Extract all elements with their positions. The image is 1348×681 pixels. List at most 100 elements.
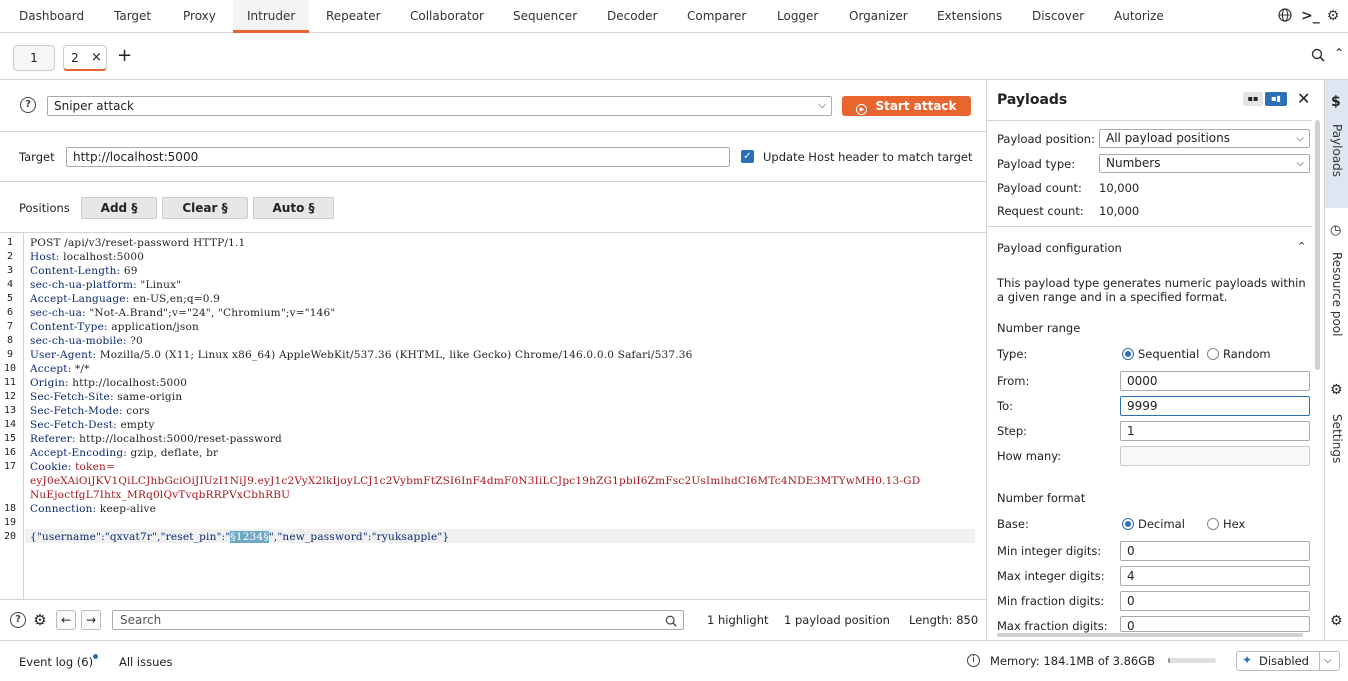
target-row: Target http://localhost:5000 ✓ Update Ho… [0, 132, 986, 182]
header-value: application/json [107, 321, 199, 333]
header-value: empty [116, 419, 155, 431]
ai-disabled-dropdown[interactable]: ✦ Disabled ⌵ [1236, 651, 1340, 671]
header-name: Origin: [30, 377, 69, 389]
attack-type-row: ? Sniper attack ⌵ ▶ Start attack [0, 80, 986, 132]
chevron-up-icon[interactable]: ⌃ [1334, 46, 1344, 60]
search-input[interactable]: Search [112, 610, 684, 630]
nav-tab-decoder[interactable]: Decoder [607, 0, 658, 33]
arrow-right-icon[interactable]: → [81, 610, 101, 630]
chevron-up-icon[interactable]: ⌃ [1297, 240, 1306, 253]
side-tab-payloads[interactable]: $ Payloads [1325, 80, 1348, 208]
line-number: 3 [7, 265, 14, 276]
editor-footer: ? ⚙ ← → Search 1 highlight 1 payload pos… [0, 599, 986, 640]
close-icon[interactable]: × [91, 46, 102, 70]
memory-usage: Memory: 184.1MB of 3.86GB [990, 654, 1155, 668]
payload-position-select[interactable]: All payload positions ⌵ [1099, 129, 1310, 148]
line-number: 12 [4, 391, 17, 402]
payload-marker[interactable]: §1234§ [230, 531, 269, 543]
nav-tab-extensions[interactable]: Extensions [937, 0, 1002, 33]
nav-tab-organizer[interactable]: Organizer [849, 0, 908, 33]
min-fraction-input[interactable]: 0 [1120, 591, 1310, 611]
request-header: Accept-Encoding: gzip, deflate, br [30, 447, 218, 459]
header-value: "Linux" [136, 279, 182, 291]
max-integer-label: Max integer digits: [997, 569, 1105, 583]
target-url-input[interactable]: http://localhost:5000 [66, 147, 730, 167]
max-integer-input[interactable]: 4 [1120, 566, 1310, 586]
help-icon[interactable]: ? [20, 97, 36, 113]
random-label: Random [1223, 347, 1271, 361]
start-attack-label: Start attack [875, 99, 957, 113]
ai-status-label: Disabled [1259, 654, 1309, 668]
request-header: sec-ch-ua-mobile: ?0 [30, 335, 143, 347]
header-name: sec-ch-ua-mobile: [30, 335, 127, 347]
add-marker-button[interactable]: Add § [81, 197, 157, 219]
request-editor[interactable]: 1 2 3 4 5 6 7 8 9 10 11 12 13 14 15 16 17 18 19 20 POST /ap… [0, 233, 986, 599]
notification-dot [93, 654, 98, 659]
hex-radio[interactable] [1207, 518, 1219, 530]
clock-icon: ◷ [1330, 223, 1342, 238]
gear-icon[interactable]: ⚙ [1325, 8, 1341, 24]
random-radio[interactable] [1207, 348, 1219, 360]
clear-markers-button[interactable]: Clear § [162, 197, 248, 219]
payload-type-select[interactable]: Numbers ⌵ [1099, 154, 1310, 173]
line-number: 6 [7, 307, 14, 318]
side-tab-settings[interactable]: ⚙ Settings [1325, 382, 1348, 472]
all-issues-link[interactable]: All issues [119, 655, 172, 669]
gear-icon[interactable]: ⚙ [32, 612, 48, 628]
from-label: From: [997, 374, 1030, 388]
auto-markers-button[interactable]: Auto § [253, 197, 334, 219]
nav-tab-comparer[interactable]: Comparer [687, 0, 746, 33]
horizontal-scrollbar[interactable] [997, 633, 1303, 637]
nav-tab-repeater[interactable]: Repeater [326, 0, 381, 33]
close-panel-icon[interactable]: ✕ [1297, 89, 1310, 108]
nav-tab-dashboard[interactable]: Dashboard [19, 0, 84, 33]
min-integer-input[interactable]: 0 [1120, 541, 1310, 561]
add-tab-icon[interactable]: + [117, 45, 132, 67]
line-number: 14 [4, 419, 17, 430]
nav-tab-target[interactable]: Target [114, 0, 151, 33]
nav-tab-sequencer[interactable]: Sequencer [513, 0, 577, 33]
update-host-checkbox[interactable]: ✓ [741, 150, 754, 163]
header-name: Cookie: [30, 461, 72, 473]
how-many-input[interactable] [1120, 446, 1310, 466]
terminal-icon[interactable]: >_ [1301, 8, 1320, 24]
line-number: 18 [4, 503, 17, 514]
gear-icon[interactable]: ⚙ [1330, 613, 1343, 629]
sequential-radio[interactable] [1122, 348, 1134, 360]
header-name: Connection: [30, 503, 97, 515]
from-input[interactable]: 0000 [1120, 371, 1310, 391]
layout-toggle-active-icon[interactable]: ▪▮ [1265, 92, 1287, 106]
step-input[interactable]: 1 [1120, 421, 1310, 441]
side-tab-resource-pool[interactable]: ◷ Resource pool [1325, 220, 1348, 350]
help-icon[interactable]: ? [10, 612, 26, 628]
nav-tab-intruder[interactable]: Intruder [233, 0, 310, 33]
search-icon[interactable] [1311, 48, 1325, 65]
request-body: {"username":"qxvat7r","reset_pin":"§1234… [30, 531, 449, 543]
payloads-title: Payloads [997, 92, 1068, 108]
hex-label: Hex [1223, 517, 1246, 531]
decimal-radio[interactable] [1122, 518, 1134, 530]
request-header: Origin: http://localhost:5000 [30, 377, 187, 389]
attack-type-select[interactable]: Sniper attack ⌵ [47, 96, 832, 116]
to-input[interactable]: 9999 [1120, 396, 1310, 416]
nav-tab-logger[interactable]: Logger [777, 0, 818, 33]
positions-row: Positions Add § Clear § Auto § [0, 182, 986, 233]
max-fraction-input[interactable]: 0 [1120, 616, 1310, 633]
nav-tab-autorize[interactable]: Autorize [1114, 0, 1164, 33]
nav-tab-proxy[interactable]: Proxy [183, 0, 216, 33]
arrow-left-icon[interactable]: ← [56, 610, 76, 630]
layout-toggle-icon[interactable]: ▪▪ [1243, 92, 1263, 106]
side-tab-strip: $ Payloads ◷ Resource pool ⚙ Settings ⚙ [1324, 80, 1348, 640]
subtab-1[interactable]: 1 [13, 45, 55, 71]
nav-tab-collaborator[interactable]: Collaborator [410, 0, 484, 33]
event-log-link[interactable]: Event log (6) [19, 655, 93, 669]
vertical-scrollbar[interactable] [1315, 120, 1320, 370]
update-host-label: Update Host header to match target [763, 150, 973, 164]
subtab-2[interactable]: 2 × [63, 45, 107, 71]
nav-tab-discover[interactable]: Discover [1032, 0, 1084, 33]
decimal-label: Decimal [1138, 517, 1185, 531]
globe-icon[interactable] [1277, 8, 1293, 24]
play-icon: ▶ [856, 104, 868, 115]
payload-position-label: Payload position: [997, 132, 1095, 146]
start-attack-button[interactable]: ▶ Start attack [842, 96, 971, 116]
